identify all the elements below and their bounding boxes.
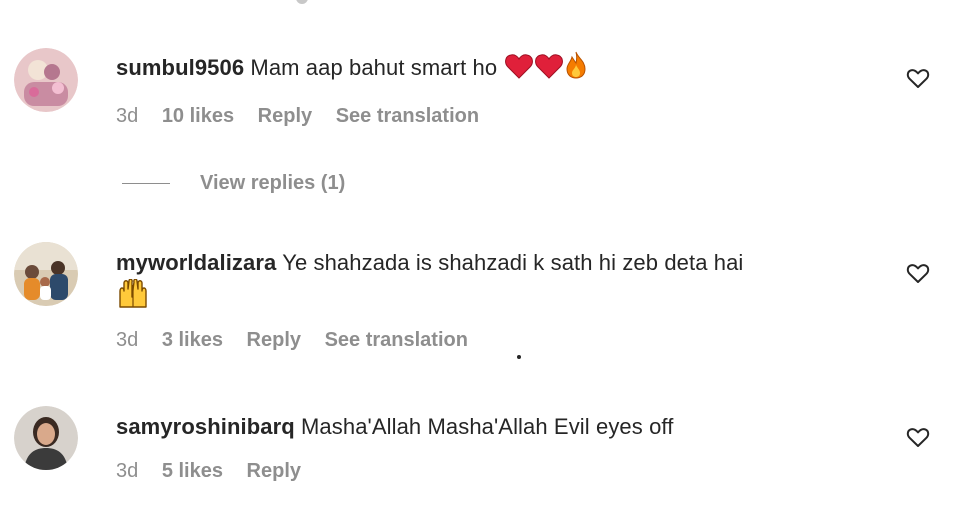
comment-username[interactable]: myworldalizara <box>116 250 276 275</box>
comment-time: 3d <box>116 460 139 482</box>
dot-mark <box>517 355 521 359</box>
heart-outline-icon[interactable] <box>906 425 930 449</box>
see-translation-button[interactable]: See translation <box>336 105 479 127</box>
heart-outline-icon[interactable] <box>906 66 930 90</box>
see-translation-button[interactable]: See translation <box>325 329 468 351</box>
red-heart-icon <box>505 53 534 90</box>
likes-count[interactable]: 3 likes <box>162 329 223 351</box>
reply-button[interactable]: Reply <box>247 460 301 482</box>
comment-text: Ye shahzada is shahzadi k sath hi zeb de… <box>282 250 744 275</box>
divider <box>122 182 170 184</box>
avatar[interactable] <box>14 406 78 470</box>
likes-count[interactable]: 5 likes <box>162 460 223 482</box>
avatar[interactable] <box>14 242 78 306</box>
avatar[interactable] <box>14 48 78 112</box>
red-heart-icon <box>535 53 564 90</box>
comment-text: Masha'Allah Masha'Allah Evil eyes off <box>301 414 674 439</box>
view-replies-button[interactable]: View replies (1) <box>122 168 345 198</box>
comment-text: Mam aap bahut smart ho <box>250 55 498 80</box>
view-replies-label[interactable]: View replies (1) <box>200 172 345 195</box>
reply-button[interactable]: Reply <box>247 329 301 351</box>
comment-time: 3d <box>116 329 139 351</box>
reply-button[interactable]: Reply <box>258 105 312 127</box>
raising-hands-icon <box>116 278 150 320</box>
fire-icon <box>565 51 587 90</box>
heart-outline-icon[interactable] <box>906 261 930 285</box>
likes-count[interactable]: 10 likes <box>162 105 234 127</box>
comment-username[interactable]: samyroshinibarq <box>116 414 295 439</box>
comment-time: 3d <box>116 105 139 127</box>
previous-comment-fragment <box>296 0 308 4</box>
comment-username[interactable]: sumbul9506 <box>116 55 244 80</box>
